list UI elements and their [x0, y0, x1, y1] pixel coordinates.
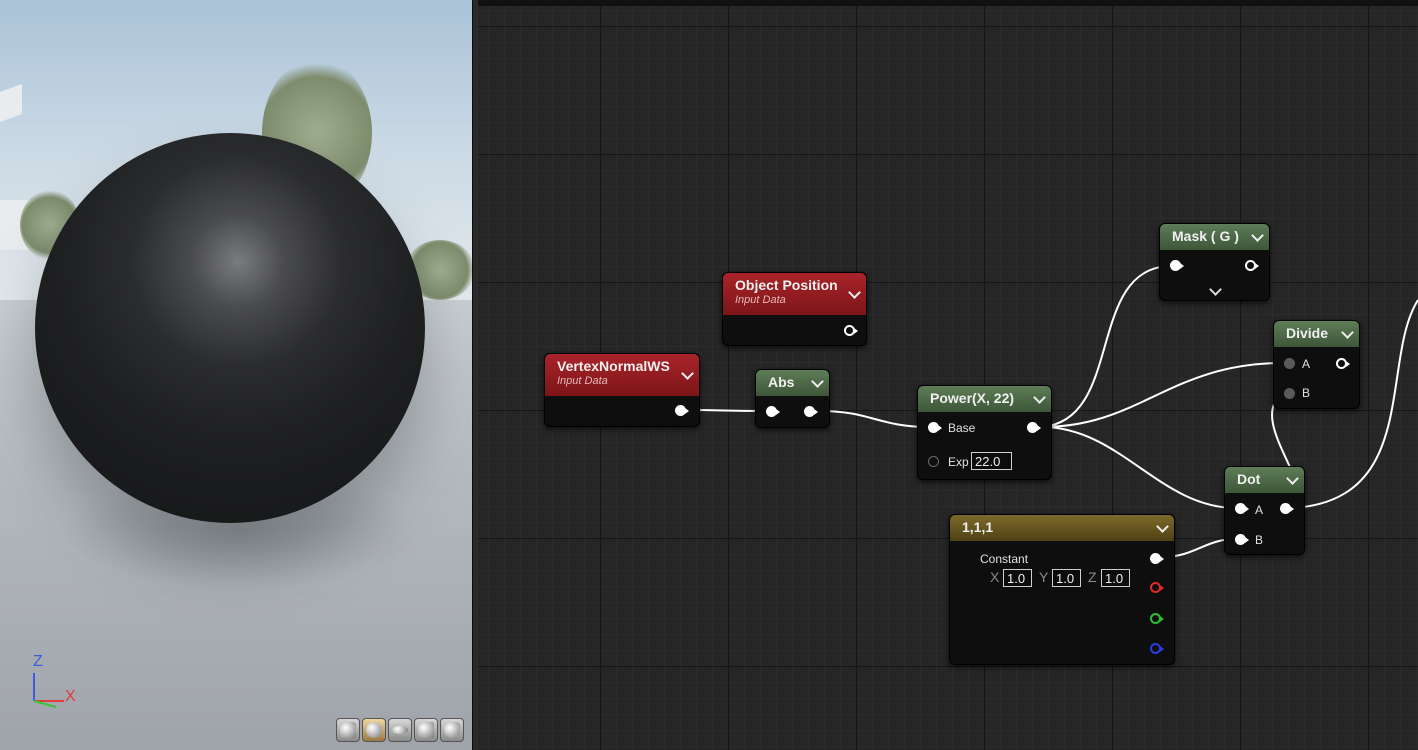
node-divide[interactable]: Divide A B	[1273, 320, 1360, 409]
x-axis-label: X	[65, 688, 76, 705]
axis-gizmo: Z X	[28, 653, 88, 715]
chevron-down-icon[interactable]	[848, 286, 861, 299]
g-output-pin[interactable]	[1150, 613, 1164, 625]
b-label: B	[1255, 533, 1264, 547]
node-header[interactable]: Mask ( G )	[1160, 224, 1269, 250]
node-header[interactable]: Object Position Input Data	[723, 273, 866, 315]
exp-value-field[interactable]: 22.0	[971, 452, 1012, 470]
preview-sphere	[35, 133, 425, 523]
y-component-label: Y	[1039, 569, 1049, 585]
x-component-label: X	[990, 569, 1000, 585]
rgb-output-pin[interactable]	[1150, 553, 1164, 565]
b-input-pin[interactable]	[1284, 388, 1296, 400]
b-output-pin[interactable]	[1150, 643, 1164, 655]
input-pin[interactable]	[766, 406, 780, 418]
base-label: Base	[948, 421, 976, 435]
node-subtitle: Input Data	[557, 375, 608, 387]
node-title: Dot	[1237, 471, 1261, 487]
output-pin[interactable]	[1280, 503, 1294, 515]
a-label: A	[1255, 503, 1264, 517]
chevron-down-icon[interactable]	[811, 375, 824, 388]
output-pin[interactable]	[675, 405, 689, 417]
plane-icon[interactable]	[388, 718, 412, 742]
node-mask-g[interactable]: Mask ( G )	[1159, 223, 1270, 301]
teapot-icon[interactable]	[440, 718, 464, 742]
chevron-down-icon[interactable]	[1156, 520, 1169, 533]
chevron-down-icon[interactable]	[1251, 229, 1264, 242]
b-label: B	[1302, 386, 1311, 400]
chevron-down-icon[interactable]	[1033, 391, 1046, 404]
x-value-field[interactable]: 1.0	[1003, 569, 1032, 587]
z-value-field[interactable]: 1.0	[1101, 569, 1130, 587]
node-title: Object Position	[735, 277, 838, 293]
node-abs[interactable]: Abs	[755, 369, 830, 428]
output-pin[interactable]	[844, 325, 858, 337]
chevron-down-icon[interactable]	[1286, 472, 1299, 485]
node-vertex-normal-ws[interactable]: VertexNormalWS Input Data	[544, 353, 700, 427]
node-header[interactable]: Abs	[756, 370, 829, 396]
node-dot[interactable]: Dot A B	[1224, 466, 1305, 555]
output-pin[interactable]	[1336, 358, 1350, 370]
node-header[interactable]: 1,1,1	[950, 515, 1174, 541]
z-axis-label: Z	[33, 653, 43, 670]
output-pin[interactable]	[1245, 260, 1259, 272]
sphere-icon[interactable]	[362, 718, 386, 742]
node-power[interactable]: Power(X, 22) Base Exp 22.0	[917, 385, 1052, 480]
material-preview-viewport[interactable]: Z X	[0, 0, 472, 750]
node-title: Mask ( G )	[1172, 228, 1239, 244]
node-title: Power(X, 22)	[930, 390, 1015, 406]
node-title: VertexNormalWS	[557, 358, 670, 374]
node-header[interactable]: Dot	[1225, 467, 1304, 493]
r-output-pin[interactable]	[1150, 582, 1164, 594]
constant-label: Constant	[980, 552, 1029, 566]
chevron-down-icon[interactable]	[681, 367, 694, 380]
b-input-pin[interactable]	[1235, 534, 1249, 546]
node-title: 1,1,1	[962, 519, 994, 535]
node-header[interactable]: Power(X, 22)	[918, 386, 1051, 412]
base-input-pin[interactable]	[928, 422, 942, 434]
node-subtitle: Input Data	[735, 294, 786, 306]
cylinder-icon[interactable]	[336, 718, 360, 742]
z-component-label: Z	[1088, 569, 1097, 585]
preview-mesh-toolbar	[336, 718, 464, 744]
node-header[interactable]: Divide	[1274, 321, 1359, 347]
node-title: Abs	[768, 374, 795, 390]
node-header[interactable]: VertexNormalWS Input Data	[545, 354, 699, 396]
a-input-pin[interactable]	[1235, 503, 1249, 515]
a-label: A	[1302, 357, 1311, 371]
a-input-pin[interactable]	[1284, 358, 1296, 370]
node-object-position[interactable]: Object Position Input Data	[722, 272, 867, 346]
node-constant-vector[interactable]: 1,1,1 Constant X 1.0 Y 1.0 Z 1.0	[949, 514, 1175, 665]
expand-chevron-icon[interactable]	[1209, 283, 1222, 296]
y-value-field[interactable]: 1.0	[1052, 569, 1081, 587]
exp-label: Exp	[948, 455, 969, 469]
chevron-down-icon[interactable]	[1341, 326, 1354, 339]
output-pin[interactable]	[804, 406, 818, 418]
graph-top-border	[478, 0, 1418, 6]
output-pin[interactable]	[1027, 422, 1041, 434]
node-title: Divide	[1286, 325, 1329, 341]
exp-input-pin[interactable]	[928, 456, 940, 468]
input-pin[interactable]	[1170, 260, 1184, 272]
cube-icon[interactable]	[414, 718, 438, 742]
